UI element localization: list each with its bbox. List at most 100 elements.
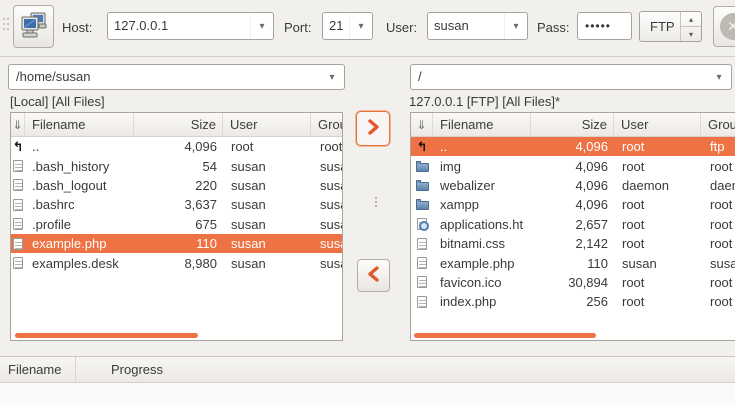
horizontal-scrollbar[interactable] [414, 333, 596, 338]
stop-button[interactable]: ✕ [713, 6, 735, 47]
port-combo[interactable]: 21 ▾ [322, 12, 373, 40]
folder-icon [416, 163, 429, 172]
file-size-cell: 3,637 [134, 195, 223, 214]
file-size-cell: 4,096 [531, 156, 614, 175]
file-user-cell: daemon [614, 176, 701, 195]
protocol-spinner: ▴ ▾ [680, 12, 701, 41]
paned-grip[interactable] [375, 197, 377, 199]
local-rows: ↰..4,096rootroot.bash_history54susansusa… [11, 137, 342, 340]
file-group-cell: susan [311, 195, 342, 214]
file-icon-cell [411, 195, 433, 214]
remote-path-combo[interactable]: / ▾ [410, 64, 732, 90]
file-row[interactable]: favicon.ico30,894rootroot [411, 273, 735, 292]
transfer-right-button[interactable] [356, 111, 390, 146]
column-header-group[interactable]: Group [701, 113, 735, 136]
column-header-filename[interactable]: Filename [25, 113, 134, 136]
file-icon [13, 238, 23, 250]
sort-descending-icon[interactable]: ⇓ [11, 113, 25, 136]
file-row[interactable]: bitnami.css2,142rootroot [411, 234, 735, 253]
column-header-user[interactable]: User [614, 113, 701, 136]
host-input[interactable]: 127.0.0.1 [108, 13, 250, 39]
stop-icon: ✕ [720, 13, 735, 40]
file-row[interactable]: xampp4,096rootroot [411, 195, 735, 214]
port-input[interactable]: 21 [323, 13, 349, 39]
file-name-cell: .bashrc [25, 195, 134, 214]
connect-button[interactable] [13, 5, 54, 48]
file-name-cell: .bash_logout [25, 176, 134, 195]
chevron-down-icon[interactable]: ▾ [504, 13, 527, 39]
file-row[interactable]: index.php256rootroot [411, 292, 735, 311]
file-group-cell: susan [311, 234, 342, 253]
protocol-selector[interactable]: FTP ▴ ▾ [639, 11, 702, 42]
file-name-cell: favicon.ico [433, 273, 531, 292]
file-icon-cell [11, 156, 25, 175]
chevron-down-icon[interactable]: ▾ [707, 65, 731, 89]
queue-column-progress[interactable]: Progress [76, 357, 735, 382]
file-icon [417, 276, 427, 288]
local-file-list[interactable]: ⇓ Filename Size User Group ↰..4,096rootr… [10, 112, 343, 341]
file-row[interactable]: examples.desk8,980susansusan [11, 253, 342, 272]
file-row[interactable]: example.php110susansusan [411, 253, 735, 272]
local-path-combo[interactable]: /home/susan ▾ [8, 64, 345, 90]
web-file-icon [417, 218, 427, 230]
column-header-user[interactable]: User [223, 113, 311, 136]
file-name-cell: example.php [433, 253, 531, 272]
file-name-cell: index.php [433, 292, 531, 311]
horizontal-scrollbar[interactable] [15, 333, 198, 338]
queue-column-filename[interactable]: Filename [0, 357, 76, 382]
sort-descending-icon[interactable]: ⇓ [411, 113, 433, 136]
file-user-cell: susan [223, 253, 311, 272]
file-user-cell: root [614, 195, 701, 214]
file-row[interactable]: .bashrc3,637susansusan [11, 195, 342, 214]
toolbar-grip[interactable] [3, 18, 5, 20]
file-user-cell: susan [223, 234, 311, 253]
password-field[interactable]: ••••• [577, 12, 632, 40]
chevron-down-icon[interactable]: ▾ [320, 65, 344, 89]
user-input[interactable]: susan [428, 13, 504, 39]
file-icon [13, 257, 23, 269]
user-combo[interactable]: susan ▾ [427, 12, 528, 40]
file-icon [13, 218, 23, 230]
file-icon-cell: ↰ [11, 137, 25, 156]
file-group-cell: root [701, 195, 735, 214]
file-row[interactable]: example.php110susansusan [11, 234, 342, 253]
file-size-cell: 4,096 [531, 195, 614, 214]
file-row[interactable]: .profile675susansusan [11, 215, 342, 234]
host-combo[interactable]: 127.0.0.1 ▾ [107, 12, 274, 40]
transfer-queue[interactable] [0, 383, 735, 405]
spin-down-icon[interactable]: ▾ [681, 27, 701, 41]
spin-up-icon[interactable]: ▴ [681, 12, 701, 27]
file-row[interactable]: webalizer4,096daemondaemon [411, 176, 735, 195]
file-name-cell: examples.desk [25, 253, 134, 272]
file-group-cell: susan [311, 215, 342, 234]
remote-file-list[interactable]: ⇓ Filename Size User Group ↰..4,096rootf… [410, 112, 735, 341]
transfer-left-button[interactable] [357, 259, 390, 292]
file-user-cell: root [614, 215, 701, 234]
column-header-filename[interactable]: Filename [433, 113, 531, 136]
file-name-cell: .bash_history [25, 156, 134, 175]
file-size-cell: 54 [134, 156, 223, 175]
file-row[interactable]: ↰..4,096rootroot [11, 137, 342, 156]
file-row[interactable]: img4,096rootroot [411, 156, 735, 175]
file-icon [13, 160, 23, 172]
column-header-size[interactable]: Size [531, 113, 614, 136]
chevron-down-icon[interactable]: ▾ [250, 13, 273, 39]
column-header-size[interactable]: Size [134, 113, 223, 136]
remote-path-input[interactable]: / [411, 65, 707, 89]
chevron-left-icon [367, 265, 381, 286]
column-header-group[interactable]: Group [311, 113, 342, 136]
file-group-cell: daemon [701, 176, 735, 195]
file-row[interactable]: applications.ht2,657rootroot [411, 215, 735, 234]
file-size-cell: 220 [134, 176, 223, 195]
file-group-cell: root [701, 234, 735, 253]
file-icon [13, 199, 23, 211]
file-row[interactable]: .bash_logout220susansusan [11, 176, 342, 195]
file-user-cell: root [614, 292, 701, 311]
local-path-input[interactable]: /home/susan [9, 65, 320, 89]
file-icon-cell [411, 273, 433, 292]
file-row[interactable]: .bash_history54susansusan [11, 156, 342, 175]
file-icon [417, 296, 427, 308]
file-group-cell: root [701, 292, 735, 311]
file-row[interactable]: ↰..4,096rootftp [411, 137, 735, 156]
chevron-down-icon[interactable]: ▾ [349, 13, 372, 39]
